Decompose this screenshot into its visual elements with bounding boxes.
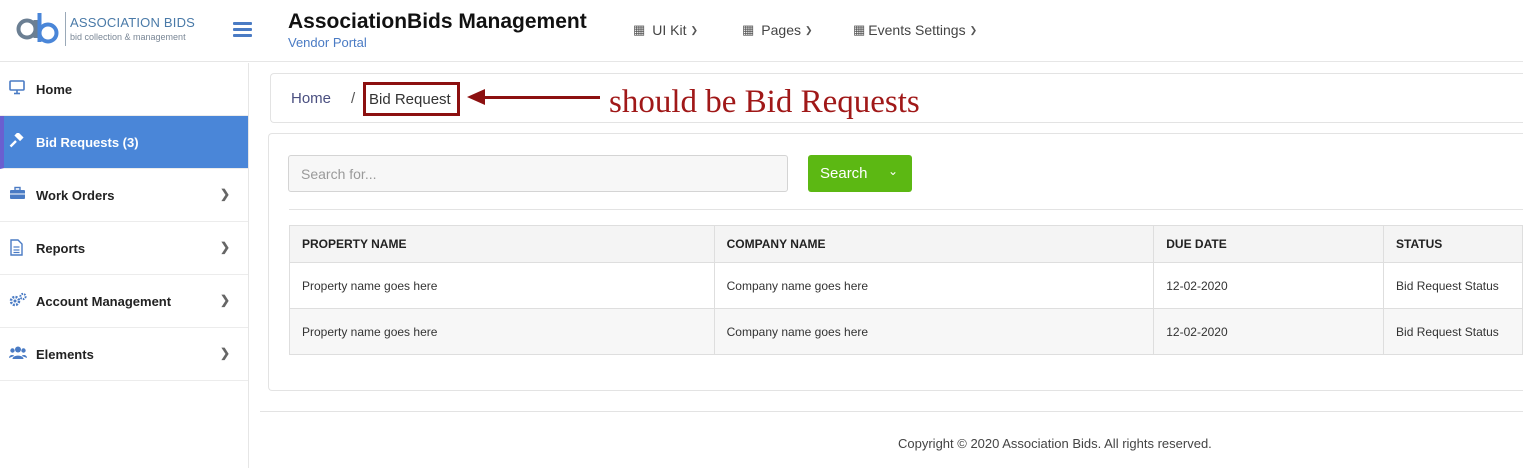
divider	[289, 209, 1523, 210]
sidebar-item-reports[interactable]: Reports ❯	[0, 222, 248, 275]
table-row[interactable]: Property name goes here Company name goe…	[289, 308, 1523, 355]
chevron-down-icon: ❯	[690, 24, 699, 35]
logo-divider	[65, 12, 66, 46]
sidebar: Home Bid Requests (3) Work Orders ❯ Repo…	[0, 63, 249, 468]
cell-status: Bid Request Status	[1383, 262, 1523, 309]
menu-toggle-icon[interactable]	[233, 22, 253, 38]
cell-due-date: 12-02-2020	[1153, 308, 1385, 355]
search-button[interactable]: Search ⌄	[808, 155, 912, 192]
breadcrumb-home-link[interactable]: Home	[291, 90, 331, 107]
annotation-note: should be Bid Requests	[609, 84, 920, 120]
nav-events-settings-label: Events Settings	[868, 22, 966, 38]
chevron-right-icon: ❯	[219, 240, 230, 254]
sidebar-item-label: Work Orders	[36, 187, 115, 203]
top-header: ASSOCIATION BIDS bid collection & manage…	[0, 0, 1523, 62]
column-header-property-name[interactable]: PROPERTY NAME	[289, 225, 715, 263]
breadcrumb-separator: /	[351, 90, 356, 107]
column-header-due-date[interactable]: DUE DATE	[1153, 225, 1385, 263]
sidebar-item-bid-requests[interactable]: Bid Requests (3)	[0, 116, 248, 169]
cell-company-name: Company name goes here	[713, 308, 1155, 355]
nav-events-settings[interactable]: ▦ Events Settings ❯	[853, 22, 977, 38]
chevron-right-icon: ❯	[219, 293, 230, 307]
chevron-right-icon: ❯	[219, 187, 230, 201]
logo-name: ASSOCIATION BIDS	[70, 15, 196, 30]
footer-copyright: Copyright © 2020 Association Bids. All r…	[898, 436, 1212, 451]
column-header-company-name[interactable]: COMPANY NAME	[713, 225, 1155, 263]
chevron-down-icon[interactable]: ⌄	[888, 164, 898, 178]
column-header-status[interactable]: STATUS	[1383, 225, 1523, 263]
cell-due-date: 12-02-2020	[1153, 262, 1385, 309]
cell-status: Bid Request Status	[1383, 308, 1523, 355]
table-row[interactable]: Property name goes here Company name goe…	[289, 262, 1523, 309]
grid-icon: ▦	[742, 22, 755, 37]
cogs-icon	[9, 292, 27, 309]
sidebar-item-home[interactable]: Home	[0, 63, 248, 116]
monitor-icon	[9, 80, 26, 97]
chevron-down-icon: ❯	[805, 24, 813, 35]
sidebar-item-account-management[interactable]: Account Management ❯	[0, 275, 248, 328]
nav-pages[interactable]: ▦ Pages ❯	[742, 22, 813, 38]
app-title: AssociationBids Management	[288, 10, 587, 33]
app-subtitle: Vendor Portal	[288, 35, 367, 50]
breadcrumb-current: Bid Request	[363, 82, 460, 116]
search-button-label: Search	[820, 165, 868, 182]
cell-property-name: Property name goes here	[289, 262, 715, 309]
table-header-row: PROPERTY NAME COMPANY NAME DUE DATE STAT…	[289, 225, 1523, 263]
sidebar-item-label: Elements	[36, 346, 94, 362]
cell-property-name: Property name goes here	[289, 308, 715, 355]
search-input[interactable]	[288, 155, 788, 192]
logo-tagline: bid collection & management	[70, 32, 186, 42]
nav-ui-kit[interactable]: ▦ UI Kit ❯	[633, 22, 698, 38]
document-icon	[9, 239, 26, 256]
gavel-icon	[9, 131, 26, 150]
sidebar-item-elements[interactable]: Elements ❯	[0, 328, 248, 381]
sidebar-item-label: Bid Requests (3)	[36, 134, 139, 150]
bid-requests-table: PROPERTY NAME COMPANY NAME DUE DATE STAT…	[289, 225, 1523, 355]
sidebar-item-label: Home	[36, 81, 73, 97]
sidebar-item-label: Reports	[36, 240, 86, 256]
calendar-icon: ▦	[853, 22, 866, 37]
briefcase-icon	[9, 186, 26, 203]
logo-mark-icon	[16, 13, 59, 44]
annotation-arrow-line	[480, 96, 600, 99]
cell-company-name: Company name goes here	[713, 262, 1155, 309]
chevron-down-icon: ❯	[969, 24, 978, 35]
nav-ui-kit-label: UI Kit	[652, 22, 687, 38]
chevron-right-icon: ❯	[219, 346, 230, 360]
grid-icon: ▦	[633, 22, 646, 37]
brand-logo[interactable]: ASSOCIATION BIDS bid collection & manage…	[16, 10, 206, 50]
users-icon	[9, 345, 27, 362]
sidebar-item-label: Account Management	[36, 293, 172, 309]
nav-pages-label: Pages	[761, 22, 801, 38]
sidebar-item-work-orders[interactable]: Work Orders ❯	[0, 169, 248, 222]
footer-divider	[260, 411, 1523, 412]
